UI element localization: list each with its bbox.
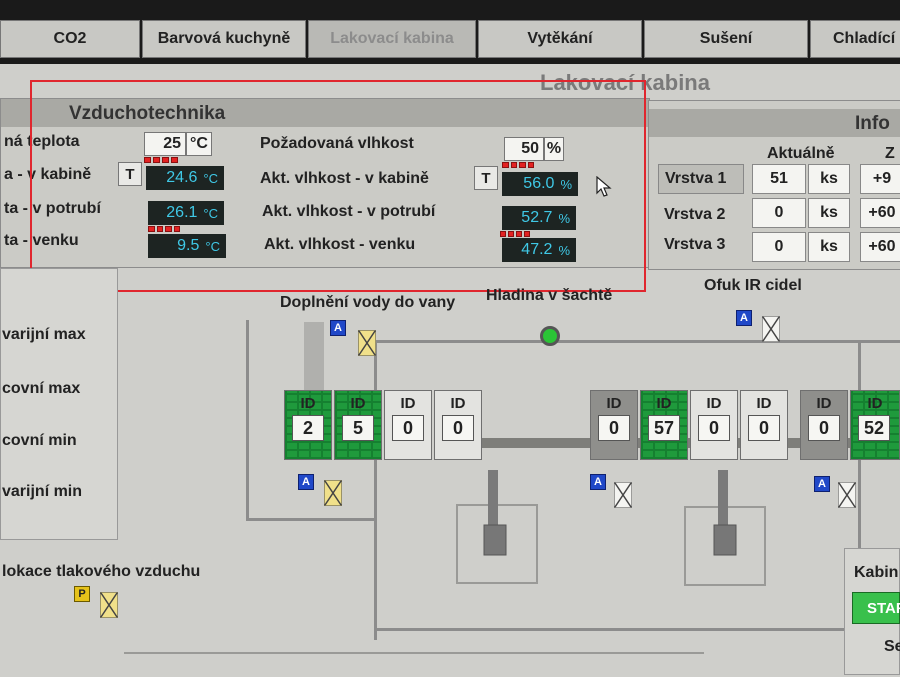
- level-working-max-label: covní max: [2, 380, 81, 397]
- auto-mode-badge: A: [298, 474, 314, 490]
- slot-id-label: ID: [400, 395, 416, 412]
- level-emergency-max-label: varijní max: [2, 326, 86, 343]
- layer-3-value: 0: [752, 232, 806, 262]
- auto-mode-badge: A: [736, 310, 752, 326]
- carrier-slot[interactable]: ID 0: [384, 390, 432, 460]
- info-panel-title: Info: [855, 113, 890, 134]
- water-refill-label: Doplnění vody do vany: [280, 294, 456, 311]
- slot-id-label: ID: [706, 395, 722, 412]
- slot-id-label: ID: [656, 395, 672, 412]
- tab-flash-off[interactable]: Vytěkání: [478, 20, 642, 58]
- layer-1-next: +9: [860, 164, 900, 194]
- refill-valve-icon[interactable]: [358, 330, 376, 356]
- compressed-air-label: lokace tlakového vzduchu: [2, 563, 201, 580]
- slot-id-value: 0: [442, 415, 474, 441]
- carrier-slot[interactable]: ID 57: [640, 390, 688, 460]
- ir-blow-label: Ofuk IR cidel: [704, 277, 802, 294]
- slot-id-value: 0: [598, 415, 630, 441]
- layer-1-label: Vrstva 1: [658, 164, 744, 194]
- layer-1-value: 51: [752, 164, 806, 194]
- slot-id-value: 52: [858, 415, 890, 441]
- pipe: [246, 518, 376, 521]
- carrier-slot[interactable]: ID 52: [850, 390, 900, 460]
- slot-id-value: 0: [808, 415, 840, 441]
- info-panel-header: Info: [649, 109, 900, 137]
- tab-cooling[interactable]: Chladící z: [810, 20, 900, 58]
- carrier-slot[interactable]: ID 0: [590, 390, 638, 460]
- slot-id-value: 0: [392, 415, 424, 441]
- slot-id-value: 2: [292, 415, 324, 441]
- layer-2-label: Vrstva 2: [664, 206, 726, 223]
- refill-pipe: [304, 322, 324, 392]
- compressed-air-valve-icon[interactable]: [100, 592, 118, 618]
- layer-2-unit: ks: [808, 198, 850, 228]
- layer-3-next: +60: [860, 232, 900, 262]
- ir-blow-valve-icon[interactable]: [762, 316, 780, 342]
- level-emergency-min-label: varijní min: [2, 483, 83, 500]
- carrier-slot[interactable]: ID 2: [284, 390, 332, 460]
- highlight-frame: [30, 80, 646, 292]
- pipe: [376, 628, 860, 631]
- tab-bar: CO2 Barvová kuchyně Lakovací kabina Vytě…: [0, 0, 900, 64]
- info-col-current: Aktuálně: [767, 145, 835, 162]
- slot-id-value: 57: [648, 415, 680, 441]
- bottom-conveyor: [124, 652, 704, 677]
- carrier-slot[interactable]: ID 0: [690, 390, 738, 460]
- shaft-level-label: Hladina v šachtě: [486, 287, 613, 304]
- cabin-sub-label: Se: [884, 638, 900, 655]
- info-col-next: Z: [885, 145, 895, 162]
- slot-id-label: ID: [816, 395, 832, 412]
- panel-mode-badge: P: [74, 586, 90, 602]
- pipe: [374, 340, 377, 640]
- slot-id-label: ID: [756, 395, 772, 412]
- auto-mode-badge: A: [590, 474, 606, 490]
- level-working-min-label: covní min: [2, 432, 77, 449]
- start-button[interactable]: STAR: [852, 592, 900, 624]
- pipe: [376, 340, 900, 343]
- layer-1-unit: ks: [808, 164, 850, 194]
- layer-2-next: +60: [860, 198, 900, 228]
- carrier-slot[interactable]: ID 0: [800, 390, 848, 460]
- slot-id-value: 5: [342, 415, 374, 441]
- valve-icon[interactable]: [614, 482, 632, 508]
- auto-mode-badge: A: [814, 476, 830, 492]
- layer-3-unit: ks: [808, 232, 850, 262]
- slot-id-label: ID: [300, 395, 316, 412]
- slot-id-label: ID: [867, 395, 883, 412]
- tab-drying[interactable]: Sušení: [644, 20, 808, 58]
- pipe: [246, 320, 249, 520]
- tab-paint-kitchen[interactable]: Barvová kuchyně: [142, 20, 306, 58]
- level-sensor-icon: [540, 326, 560, 346]
- slot-id-label: ID: [450, 395, 466, 412]
- layer-3-label: Vrstva 3: [664, 236, 726, 253]
- robot-arm-icon: [483, 470, 507, 556]
- slot-id-value: 0: [698, 415, 730, 441]
- layer-2-value: 0: [752, 198, 806, 228]
- valve-icon[interactable]: [838, 482, 856, 508]
- tab-paint-cabin[interactable]: Lakovací kabina: [308, 20, 476, 58]
- drain-valve-icon[interactable]: [324, 480, 342, 506]
- carrier-slot[interactable]: ID 0: [434, 390, 482, 460]
- slot-id-label: ID: [350, 395, 366, 412]
- slot-id-label: ID: [606, 395, 622, 412]
- auto-mode-badge: A: [330, 320, 346, 336]
- carrier-slot[interactable]: ID 5: [334, 390, 382, 460]
- slot-id-value: 0: [748, 415, 780, 441]
- carrier-slot[interactable]: ID 0: [740, 390, 788, 460]
- cabin-label: Kabin: [854, 564, 899, 581]
- robot-arm-icon: [713, 470, 737, 556]
- tab-co2[interactable]: CO2: [0, 20, 140, 58]
